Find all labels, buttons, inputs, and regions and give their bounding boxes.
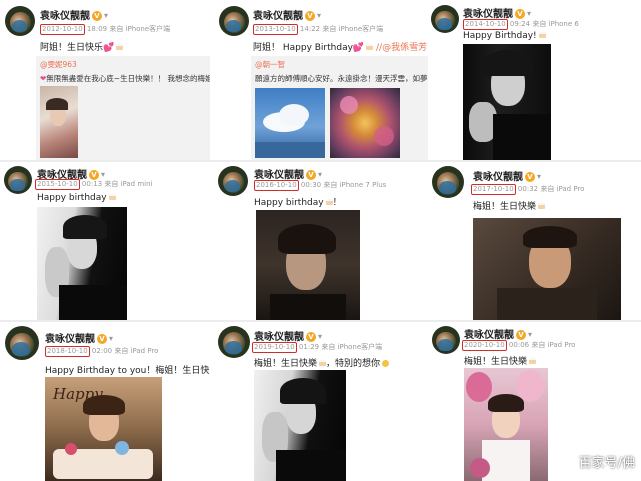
post-photo-bw-portrait[interactable]	[254, 370, 346, 481]
repost-text: ❤無限無盡愛在我心底~生日快樂！！ 我想念的梅姐❤	[40, 74, 210, 83]
chevron-down-icon[interactable]: ▾	[101, 170, 105, 179]
post-text: Happy birthday！	[254, 198, 342, 208]
username[interactable]: 袁咏仪靓靓 V ▾	[254, 166, 322, 181]
avatar[interactable]	[5, 326, 39, 360]
post-photo-bw-portrait[interactable]	[463, 44, 551, 160]
post-date[interactable]: 2015-10-10	[35, 179, 80, 190]
chevron-down-icon[interactable]: ▾	[318, 332, 322, 341]
heart-emoji-icon: 💕	[352, 43, 365, 53]
post-meta: 2015-10-10 00:13 来自 iPad mini	[35, 179, 153, 190]
post-text: 梅姐！生日快樂 ，特別的想你	[254, 356, 390, 369]
username[interactable]: 袁咏仪靓靓 V ▾	[253, 7, 321, 22]
cake-emoji-icon	[529, 358, 537, 364]
post-2015: 袁咏仪靓靓 V ▾ 2015-10-10 00:13 来自 iPad mini Ha…	[0, 162, 214, 320]
chevron-down-icon[interactable]: ▾	[528, 330, 532, 339]
post-2018: 袁咏仪靓靓 V ▾ 2018-10-10 02:00 来自 iPad Pro Hap…	[0, 322, 214, 481]
post-meta: 2013-10-10 14:22 来自 iPhone客户端	[253, 24, 384, 35]
post-date[interactable]: 2018-10-10	[45, 346, 90, 357]
post-meta: 2019-10-10 01:29 来自 iPhone客户端	[252, 342, 383, 353]
chevron-down-icon[interactable]: ▾	[527, 9, 531, 18]
avatar[interactable]	[432, 326, 460, 354]
post-date[interactable]: 2014-10-10	[463, 19, 508, 30]
post-meta: 2016-10-10 00:30 来自 iPhone 7 Plus	[254, 180, 387, 191]
post-meta: 2017-10-10 00:32 来自 iPad Pro	[471, 184, 585, 195]
username[interactable]: 袁咏仪靓靓 V ▾	[463, 5, 531, 20]
avatar[interactable]	[4, 166, 32, 194]
post-meta: 2020-10-10 00:06 来自 iPad Pro	[462, 340, 576, 351]
chevron-down-icon[interactable]: ▾	[104, 11, 108, 20]
post-text: 梅姐！生日快樂	[473, 199, 546, 212]
post-2019: 袁咏仪靓靓 V ▾ 2019-10-10 01:29 来自 iPhone客户端 梅姐…	[214, 322, 428, 481]
chevron-down-icon[interactable]: ▾	[109, 334, 113, 343]
heart-emoji-icon: 💕	[103, 43, 115, 53]
repost-text: 願遠方的師傅順心安好。永遠掛念！漫天浮雲，如夢	[255, 74, 428, 83]
post-date[interactable]: 2017-10-10	[471, 184, 516, 195]
post-2014: 袁咏仪靓靓 V ▾ 2014-10-10 09:24 来自 iPhone 6 Hap…	[428, 0, 641, 160]
avatar[interactable]	[218, 166, 248, 196]
v-badge-icon: V	[305, 11, 315, 21]
post-photo-balloons[interactable]	[464, 368, 548, 481]
username[interactable]: 袁咏仪靓靓 V ▾	[464, 326, 532, 341]
post-text: 阿姐！ Happy Birthday💕 //@我係雪芳	[253, 43, 428, 53]
cake-emoji-icon	[366, 44, 374, 50]
v-badge-icon: V	[515, 9, 525, 19]
v-badge-icon: V	[92, 11, 102, 21]
post-2013: 袁咏仪靓靓 V ▾ 2013-10-10 14:22 来自 iPhone客户端 阿姐…	[215, 0, 428, 160]
repost-card[interactable]: @雯妮963 ❤無限無盡愛在我心底~生日快樂！！ 我想念的梅姐❤	[36, 56, 210, 160]
username[interactable]: 袁咏仪靓靓 V ▾	[45, 330, 113, 345]
post-photo[interactable]	[40, 86, 78, 158]
post-photo-portrait[interactable]	[256, 210, 360, 320]
repost-card[interactable]: @朝一智 願遠方的師傅順心安好。永遠掛念！漫天浮雲，如夢	[251, 56, 428, 160]
post-date[interactable]: 2013-10-10	[253, 24, 298, 35]
avatar[interactable]	[432, 166, 464, 198]
post-text: 梅姐！生日快樂	[464, 354, 537, 367]
post-date[interactable]: 2020-10-10	[462, 340, 507, 351]
post-date[interactable]: 2016-10-10	[254, 180, 299, 191]
post-2017: 袁咏仪靓靓 V ▾ 2017-10-10 00:32 来自 iPad Pro 梅姐！…	[428, 162, 641, 320]
cake-emoji-icon	[319, 360, 327, 366]
post-meta: 2014-10-10 09:24 来自 iPhone 6	[463, 19, 579, 30]
v-badge-icon: V	[306, 170, 316, 180]
v-badge-icon: V	[525, 172, 535, 182]
cake-emoji-icon	[116, 44, 124, 50]
post-date[interactable]: 2019-10-10	[252, 342, 297, 353]
post-photo-sky[interactable]	[255, 88, 325, 158]
chevron-down-icon[interactable]: ▾	[317, 11, 321, 20]
avatar[interactable]	[5, 6, 35, 36]
smile-emoji-icon	[382, 360, 390, 367]
chevron-down-icon[interactable]: ▾	[537, 172, 541, 181]
post-date[interactable]: 2012-10-10	[40, 24, 85, 35]
cake-emoji-icon	[325, 199, 333, 205]
post-text: Happy birthday	[37, 193, 116, 203]
repost-user[interactable]: @朝一智	[255, 59, 285, 70]
v-badge-icon: V	[306, 332, 316, 342]
post-text: Happy Birthday!	[463, 31, 546, 41]
cake-emoji-icon	[538, 203, 546, 209]
post-text: Happy Birthday to you！梅姐！生日快	[45, 366, 210, 376]
avatar[interactable]	[431, 5, 459, 33]
post-meta: 2012-10-10 18:09 来自 iPhone客户端	[40, 24, 171, 35]
repost-chain-mention[interactable]: //@我係雪芳	[376, 43, 427, 53]
username[interactable]: 袁咏仪靓靓 V ▾	[40, 7, 108, 22]
cake-emoji-icon	[538, 32, 546, 38]
username[interactable]: 袁咏仪靓靓 V ▾	[254, 328, 322, 343]
v-badge-icon: V	[516, 330, 526, 340]
post-photo-party[interactable]: Happy	[45, 377, 162, 481]
post-2012: 袁咏仪靓靓 V ▾ 2012-10-10 18:09 来自 iPhone客户端 阿姐…	[0, 0, 210, 160]
post-photo-bw-portrait[interactable]	[37, 207, 127, 320]
post-photo-flowers[interactable]	[330, 88, 400, 158]
post-2016: 袁咏仪靓靓 V ▾ 2016-10-10 00:30 来自 iPhone 7 Plu…	[214, 162, 428, 320]
post-photo-portrait[interactable]	[473, 218, 621, 320]
watermark: 百家号/佛	[578, 456, 635, 471]
cake-emoji-icon	[108, 194, 116, 200]
avatar[interactable]	[219, 6, 249, 36]
post-meta: 2018-10-10 02:00 来自 iPad Pro	[45, 346, 159, 357]
v-badge-icon: V	[97, 334, 107, 344]
post-text: 阿姐！生日快乐💕	[40, 40, 124, 53]
avatar[interactable]	[218, 326, 250, 358]
username[interactable]: 袁咏仪靓靓 V ▾	[473, 168, 541, 183]
chevron-down-icon[interactable]: ▾	[318, 170, 322, 179]
repost-user[interactable]: @雯妮963	[40, 59, 77, 70]
